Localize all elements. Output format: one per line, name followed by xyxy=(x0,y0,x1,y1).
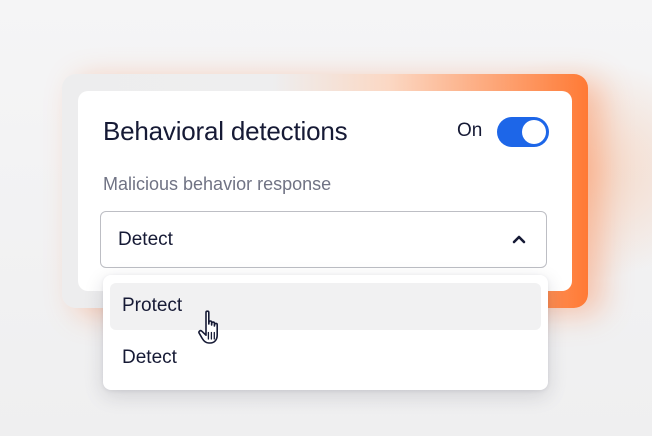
toggle-knob xyxy=(522,120,546,144)
menu-item-detect[interactable]: Detect xyxy=(110,335,541,382)
detections-toggle[interactable] xyxy=(497,117,549,147)
menu-item-label: Detect xyxy=(122,347,177,368)
response-dropdown-menu: Protect Detect xyxy=(103,275,548,390)
menu-item-label: Protect xyxy=(122,295,183,316)
menu-item-protect[interactable]: Protect xyxy=(110,283,541,330)
response-select[interactable]: Detect xyxy=(100,211,547,268)
response-label: Malicious behavior response xyxy=(103,174,332,194)
select-value: Detect xyxy=(118,229,173,250)
card-title: Behavioral detections xyxy=(103,116,348,146)
toggle-label: On xyxy=(457,120,483,141)
chevron-up-icon xyxy=(512,235,526,244)
hand-pointer-icon xyxy=(198,310,218,344)
